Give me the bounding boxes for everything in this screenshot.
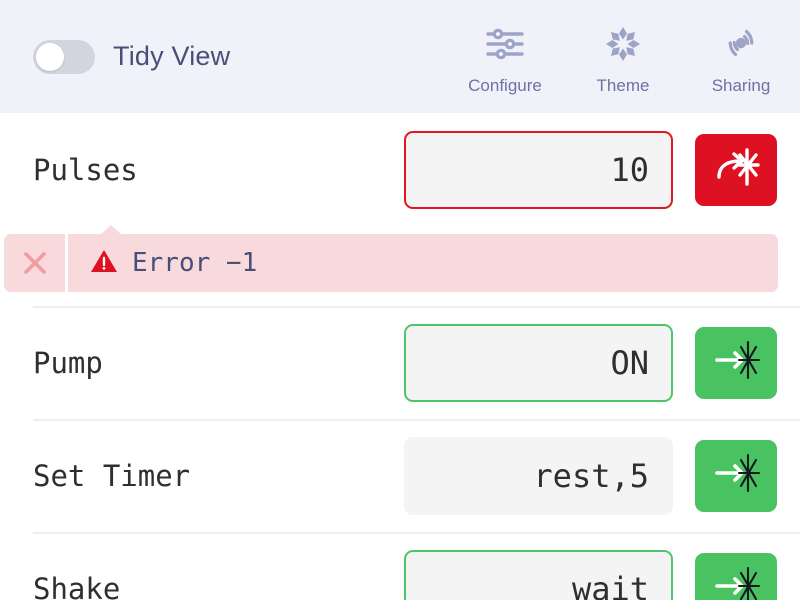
setting-row-pulses: Pulses 10 — [0, 113, 800, 226]
arrow-burst-icon — [711, 563, 761, 600]
toolbar-item-configure[interactable]: Configure — [446, 0, 564, 113]
value-input-shake[interactable]: wait — [404, 549, 673, 600]
send-button-pump[interactable] — [695, 326, 777, 399]
banner-notch — [100, 225, 122, 235]
row-controls-shake: wait — [404, 532, 800, 600]
broadcast-icon — [718, 21, 764, 67]
flower-burst-icon — [600, 21, 646, 67]
error-banner-slot: Error −1 — [0, 225, 800, 306]
row-label-shake: Shake — [33, 571, 121, 600]
app-root: Tidy View Configure Theme Sharing Pulses… — [0, 0, 800, 600]
send-button-set-timer[interactable] — [695, 439, 777, 512]
curved-arrow-burst-icon — [711, 144, 761, 195]
setting-row-shake: Shake wait — [0, 532, 800, 600]
tidy-view-toggle-group[interactable]: Tidy View — [33, 39, 231, 74]
tidy-view-toggle[interactable] — [33, 39, 95, 74]
close-icon — [20, 248, 50, 278]
setting-row-pump: Pump ON — [0, 306, 800, 419]
value-text-set-timer: rest,5 — [533, 456, 649, 495]
header-toolbar: Configure Theme Sharing — [446, 0, 800, 113]
sliders-icon — [482, 21, 528, 67]
toolbar-item-theme[interactable]: Theme — [564, 0, 682, 113]
value-text-pump: ON — [610, 343, 649, 382]
send-button-pulses[interactable] — [695, 133, 777, 206]
value-input-pulses[interactable]: 10 — [404, 130, 673, 209]
value-text-shake: wait — [571, 569, 649, 600]
value-input-pump[interactable]: ON — [404, 323, 673, 402]
row-label-pulses: Pulses — [33, 152, 138, 187]
error-message-text: Error −1 — [132, 248, 258, 278]
row-controls-pulses: 10 — [404, 113, 800, 226]
arrow-burst-icon — [711, 337, 761, 388]
banner-close-button[interactable] — [4, 234, 68, 292]
tidy-view-label: Tidy View — [113, 41, 231, 71]
app-header: Tidy View Configure Theme Sharing — [0, 0, 800, 113]
warning-triangle-icon — [90, 248, 118, 279]
toolbar-label-sharing: Sharing — [711, 76, 771, 95]
banner-body: Error −1 — [68, 234, 778, 292]
row-label-set-timer: Set Timer — [33, 458, 191, 493]
row-controls-pump: ON — [404, 306, 800, 419]
toolbar-label-theme: Theme — [596, 76, 650, 95]
arrow-burst-icon — [711, 450, 761, 501]
value-text-pulses: 10 — [610, 150, 649, 189]
setting-row-set-timer: Set Timer rest,5 — [0, 419, 800, 532]
value-input-set-timer[interactable]: rest,5 — [404, 436, 673, 515]
row-controls-set-timer: rest,5 — [404, 419, 800, 532]
error-banner: Error −1 — [4, 225, 778, 292]
toolbar-label-configure: Configure — [468, 76, 542, 95]
toggle-knob — [36, 42, 64, 71]
row-label-pump: Pump — [33, 345, 103, 380]
send-button-shake[interactable] — [695, 552, 777, 600]
toolbar-item-sharing[interactable]: Sharing — [682, 0, 800, 113]
